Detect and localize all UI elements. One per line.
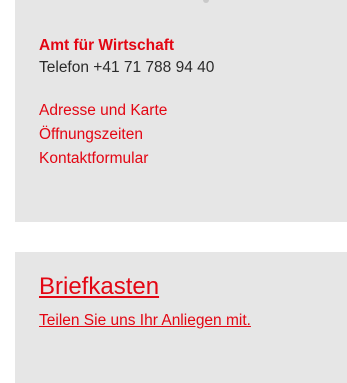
contact-card: Amt für Wirtschaft Telefon +41 71 788 94… <box>15 0 347 222</box>
phone-number[interactable]: Telefon +41 71 788 94 40 <box>39 57 323 79</box>
opening-hours-link[interactable]: Öffnungszeiten <box>39 123 143 147</box>
department-name: Amt für Wirtschaft <box>39 37 175 54</box>
scroll-indicator <box>203 0 209 3</box>
briefkasten-title[interactable]: Briefkasten <box>39 272 159 302</box>
address-map-link[interactable]: Adresse und Karte <box>39 99 167 123</box>
contact-links: Adresse und Karte Öffnungszeiten Kontakt… <box>39 99 323 171</box>
contact-form-link[interactable]: Kontaktformular <box>39 147 148 171</box>
briefkasten-card[interactable]: Briefkasten Teilen Sie uns Ihr Anliegen … <box>15 252 347 383</box>
briefkasten-subtitle[interactable]: Teilen Sie uns Ihr Anliegen mit. <box>39 310 251 332</box>
